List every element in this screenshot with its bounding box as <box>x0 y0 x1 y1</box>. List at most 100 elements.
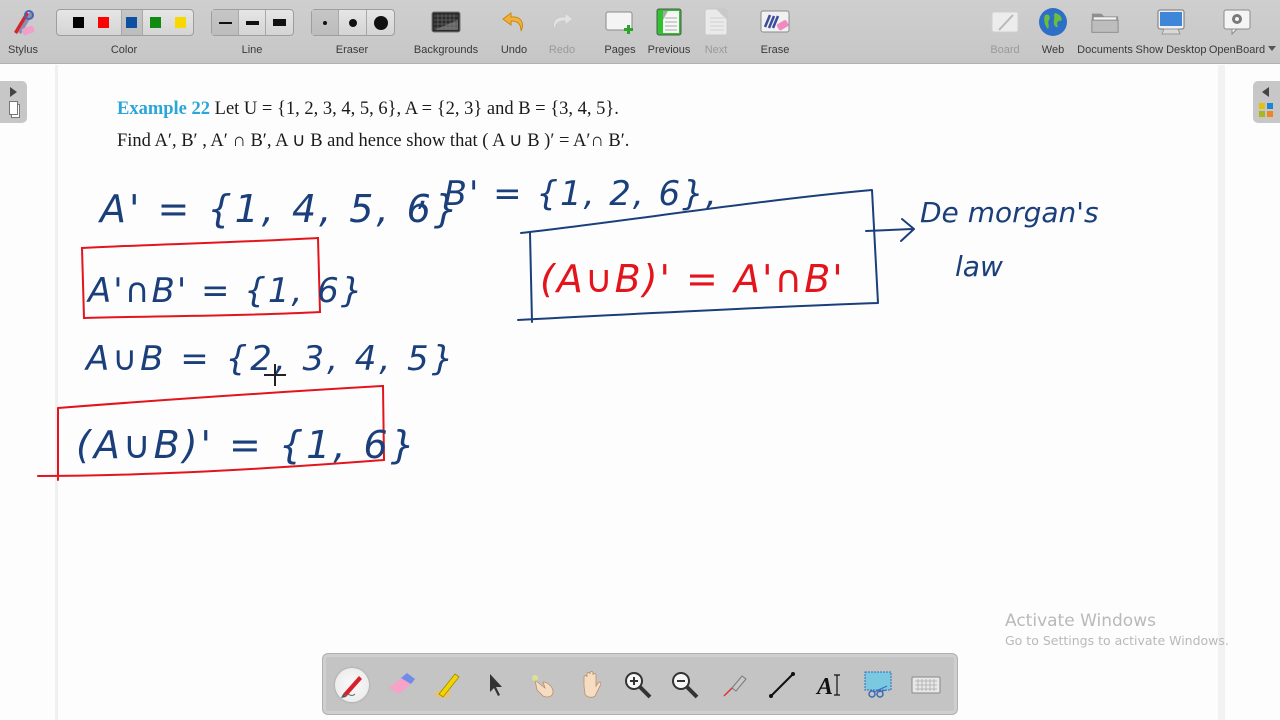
example-label: Example 22 <box>117 99 211 119</box>
folder-icon <box>1090 8 1120 36</box>
watermark-subtitle: Go to Settings to activate Windows. <box>1005 633 1229 648</box>
redo-button[interactable]: Redo <box>545 0 579 64</box>
color-swatch-red[interactable] <box>97 17 109 28</box>
erase-button[interactable]: Erase <box>755 0 795 64</box>
ink-b-complement: , B' = {1, 2, 6}, <box>418 174 719 214</box>
openboard-window: Stylus Color Line Eraser Backgrounds Und… <box>0 0 1280 720</box>
ink-blue-strokes <box>517 189 915 323</box>
ink-a-int-b: A'∩B' = {1, 6} <box>86 271 364 311</box>
pen-tool-button[interactable] <box>335 668 369 702</box>
crosshair-cursor <box>264 364 286 386</box>
ink-law-name-1: De morgan's <box>920 196 1099 229</box>
keyboard-icon <box>911 676 941 694</box>
previous-page-button[interactable]: Previous <box>648 0 690 64</box>
eraser-small-option[interactable] <box>312 10 339 35</box>
arrow-pointer-icon <box>490 674 502 696</box>
color-picker <box>56 9 194 36</box>
color-label: Color <box>110 44 138 56</box>
erase-all-icon <box>760 8 790 36</box>
backgrounds-button[interactable]: Backgrounds <box>413 0 479 64</box>
more-options-chevron-icon[interactable] <box>1268 46 1276 51</box>
problem-statement: Example 22 Let U = {1, 2, 3, 4, 5, 6}, A… <box>117 93 629 157</box>
openboard-label: OpenBoard <box>1208 44 1266 56</box>
interact-tool-button[interactable] <box>527 668 561 702</box>
select-tool-button[interactable] <box>479 668 513 702</box>
ink-a-union-b-complement: (A∪B)' = {1, 6} <box>76 423 418 467</box>
eraser-size-picker <box>311 9 395 36</box>
stylus-label: Stylus <box>8 44 38 56</box>
highlighter-tool-button[interactable] <box>431 668 465 702</box>
documents-button[interactable]: Documents <box>1077 0 1133 64</box>
line-medium-option[interactable] <box>239 10 266 35</box>
virtual-keyboard-tool-button[interactable] <box>909 668 943 702</box>
show-desktop-label: Show Desktop <box>1135 44 1207 56</box>
problem-text-1: Let U = {1, 2, 3, 4, 5, 6}, A = {2, 3} a… <box>210 99 619 119</box>
ink-red-strokes <box>37 236 386 481</box>
pages-label: Pages <box>604 44 636 56</box>
law-arrow <box>865 218 915 242</box>
svg-text:A: A <box>815 674 833 700</box>
redo-icon <box>547 8 577 36</box>
a-int-b-box-outline <box>80 236 322 320</box>
board-button[interactable]: Board <box>988 0 1022 64</box>
zoom-in-icon <box>625 672 652 699</box>
hand-tool-button[interactable] <box>575 668 609 702</box>
monitor-icon <box>1156 8 1186 36</box>
show-desktop-button[interactable]: Show Desktop <box>1136 0 1206 64</box>
redo-label: Redo <box>548 44 576 56</box>
line-thin-option[interactable] <box>212 10 239 35</box>
next-page-icon <box>701 8 731 36</box>
line-thick-option[interactable] <box>266 10 293 35</box>
backgrounds-icon <box>431 8 461 36</box>
expand-arrow-icon <box>10 87 17 97</box>
undo-icon <box>499 8 529 36</box>
watermark-title: Activate Windows <box>1005 611 1156 631</box>
color-swatch-green[interactable] <box>150 17 161 28</box>
problem-line-1: Example 22 Let U = {1, 2, 3, 4, 5, 6}, A… <box>117 93 629 125</box>
capture-tool-button[interactable] <box>861 668 895 702</box>
capture-scissors-icon <box>864 671 892 698</box>
eraser-tool-button[interactable] <box>383 668 417 702</box>
eraser-large-option[interactable] <box>367 10 394 35</box>
ink-law-name-2: law <box>955 250 1003 283</box>
openboard-menu-button[interactable]: OpenBoard <box>1208 0 1266 64</box>
library-folder-icon <box>1259 103 1265 109</box>
erase-label: Erase <box>760 44 790 56</box>
zoom-out-icon <box>672 672 699 699</box>
undo-label: Undo <box>500 44 528 56</box>
previous-page-icon <box>654 8 684 36</box>
zoom-in-tool-button[interactable] <box>621 668 655 702</box>
zoom-out-tool-button[interactable] <box>668 668 702 702</box>
stylus-palette: A <box>322 653 958 715</box>
documents-label: Documents <box>1077 44 1133 56</box>
left-palette-tab[interactable] <box>0 81 27 123</box>
backgrounds-label: Backgrounds <box>413 44 479 56</box>
eraser-medium-option[interactable] <box>339 10 367 35</box>
library-web-icon <box>1267 103 1273 109</box>
laser-pointer-tool-button[interactable] <box>718 668 752 702</box>
pages-button[interactable]: Pages <box>602 0 638 64</box>
color-swatch-blue[interactable] <box>126 17 138 28</box>
color-swatch-yellow[interactable] <box>175 17 186 28</box>
eraser-icon <box>389 673 415 694</box>
library-shapes-icon <box>1267 111 1273 117</box>
eraser-label: Eraser <box>335 44 369 56</box>
line-tool-button[interactable] <box>765 668 799 702</box>
line-icon <box>769 672 795 698</box>
collapse-arrow-icon <box>1262 87 1269 97</box>
board-icon <box>990 8 1020 36</box>
stylus-button[interactable]: Stylus <box>0 0 46 64</box>
web-label: Web <box>1041 44 1065 56</box>
next-page-button[interactable]: Next <box>700 0 732 64</box>
ink-a-complement: A' = {1, 4, 5, 6} <box>97 187 461 231</box>
board-label: Board <box>990 44 1020 56</box>
web-button[interactable]: Web <box>1036 0 1070 64</box>
right-palette-tab[interactable] <box>1253 81 1280 123</box>
pointing-hand-icon <box>532 675 554 698</box>
law-box-outline <box>517 189 879 323</box>
color-swatch-black[interactable] <box>72 17 84 28</box>
text-icon: A <box>815 674 840 700</box>
text-tool-button[interactable]: A <box>813 668 847 702</box>
undo-button[interactable]: Undo <box>497 0 531 64</box>
top-toolbar: Stylus Color Line Eraser Backgrounds Und… <box>0 0 1280 64</box>
